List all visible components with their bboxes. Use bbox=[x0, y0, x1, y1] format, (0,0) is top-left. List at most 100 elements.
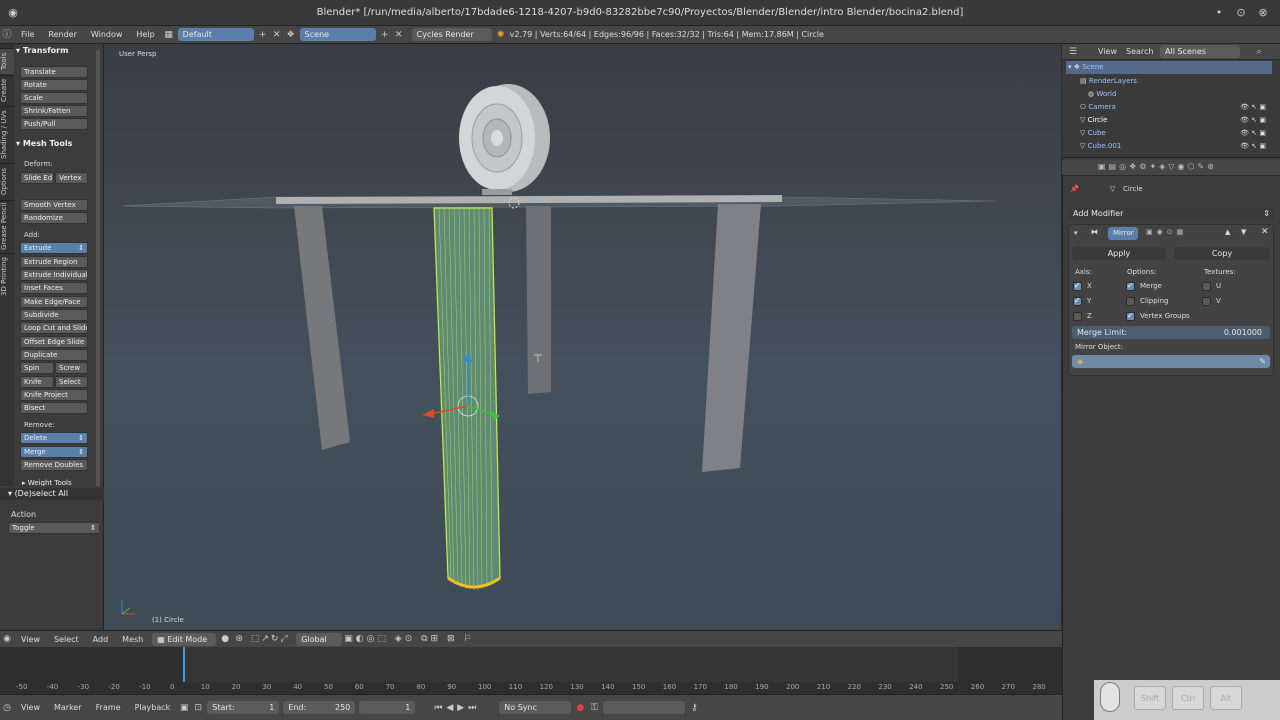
outliner-editor-icon[interactable]: ☰ bbox=[1066, 45, 1080, 59]
outliner-menu-view[interactable]: View bbox=[1098, 47, 1117, 56]
tab-3d-printing[interactable]: 3D Printing bbox=[0, 253, 14, 299]
randomize-button[interactable]: Randomize bbox=[20, 212, 88, 224]
outliner-item-renderlayers[interactable]: ▤ RenderLayers bbox=[1066, 75, 1272, 88]
tool-shelf-scrollbar[interactable] bbox=[96, 50, 100, 490]
outliner-display-mode[interactable]: All Scenes bbox=[1160, 45, 1240, 58]
3d-menu-mesh[interactable]: Mesh bbox=[115, 635, 150, 644]
move-up-icon[interactable]: ▲ bbox=[1225, 228, 1230, 236]
remove-doubles-button[interactable]: Remove Doubles bbox=[20, 459, 88, 471]
maximize-icon[interactable]: ⊙ bbox=[1234, 6, 1248, 20]
knife-project-button[interactable]: Knife Project bbox=[20, 389, 88, 401]
render-engine-select[interactable]: Cycles Render bbox=[411, 28, 492, 41]
close-icon[interactable]: ⊗ bbox=[1256, 6, 1270, 20]
window-menu-icon[interactable]: ◉ bbox=[6, 6, 20, 20]
tab-tools[interactable]: Tools bbox=[0, 48, 14, 74]
merge-menu[interactable]: Merge ⇕ bbox=[20, 446, 88, 458]
delete-menu[interactable]: Delete ⇕ bbox=[20, 432, 88, 444]
vertex-groups-checkbox[interactable] bbox=[1126, 311, 1135, 321]
outliner-menu-search[interactable]: Search bbox=[1126, 47, 1153, 56]
subdivide-button[interactable]: Subdivide bbox=[20, 309, 88, 321]
extrude-region-button[interactable]: Extrude Region bbox=[20, 256, 88, 268]
extrude-individual-button[interactable]: Extrude Individual bbox=[20, 269, 88, 281]
pin-icon[interactable]: 📌 bbox=[1070, 185, 1079, 193]
remove-scene-icon[interactable]: ✕ bbox=[392, 28, 406, 42]
insert-keyframe-icon[interactable]: ⚷ bbox=[687, 701, 701, 715]
inset-faces-button[interactable]: Inset Faces bbox=[20, 282, 88, 294]
merge-checkbox[interactable] bbox=[1126, 281, 1135, 291]
slide-edge-button[interactable]: Slide Ed bbox=[20, 172, 54, 184]
axis-y-checkbox[interactable] bbox=[1073, 296, 1082, 306]
properties-context-tabs[interactable]: ▣▤◎❖⚙✦◈▽◉⬡✎⊛ bbox=[1098, 162, 1217, 171]
outliner-item-camera[interactable]: ⎔ Camera 👁 ↖ ▣ bbox=[1066, 101, 1272, 114]
move-down-icon[interactable]: ▼ bbox=[1241, 228, 1246, 236]
start-frame-field[interactable]: Start: 1 bbox=[207, 701, 280, 714]
merge-limit-field[interactable]: Merge Limit: 0.001000 bbox=[1072, 326, 1270, 339]
outliner-item-cube001[interactable]: ▽ Cube.001 👁 ↖ ▣ bbox=[1066, 140, 1272, 153]
add-modifier-menu[interactable]: Add Modifier ⇕ bbox=[1068, 207, 1274, 220]
record-icon[interactable]: ● bbox=[573, 701, 587, 715]
menu-render[interactable]: Render bbox=[41, 30, 83, 39]
scale-button[interactable]: Scale bbox=[20, 92, 88, 104]
knife-button[interactable]: Knife bbox=[20, 376, 54, 388]
outliner-item-cube[interactable]: ▽ Cube 👁 ↖ ▣ bbox=[1066, 127, 1272, 140]
3d-menu-select[interactable]: Select bbox=[47, 635, 86, 644]
visibility-icons[interactable]: 👁 ↖ ▣ bbox=[1240, 127, 1266, 140]
modifier-name-field[interactable]: Mirror bbox=[1108, 227, 1138, 240]
transform-orientation-select[interactable]: Global bbox=[296, 632, 343, 646]
modifier-display-toggles[interactable]: ▣◉⊙▦ bbox=[1146, 228, 1187, 236]
duplicate-button[interactable]: Duplicate bbox=[20, 349, 88, 361]
end-frame-field[interactable]: End: 250 bbox=[283, 701, 356, 714]
spin-button[interactable]: Spin bbox=[20, 362, 54, 374]
extrude-menu[interactable]: Extrude ⇕ bbox=[20, 242, 88, 254]
outliner-item-circle[interactable]: ▽ Circle 👁 ↖ ▣ bbox=[1066, 114, 1272, 127]
menu-window[interactable]: Window bbox=[84, 30, 130, 39]
collapse-icon[interactable]: ▾ bbox=[1074, 229, 1078, 237]
outliner-item-scene[interactable]: ▾ ❖ Scene bbox=[1066, 61, 1272, 74]
screen-layout-select[interactable]: Default bbox=[177, 28, 254, 41]
menu-file[interactable]: File bbox=[14, 30, 41, 39]
translate-button[interactable]: Translate bbox=[20, 66, 88, 78]
3d-view-editor-icon[interactable]: ◉ bbox=[0, 632, 14, 646]
sync-mode-select[interactable]: No Sync bbox=[499, 701, 572, 714]
clipping-checkbox[interactable] bbox=[1126, 297, 1135, 306]
panel-transform-header[interactable]: ▾ Transform bbox=[16, 46, 68, 55]
remove-layout-icon[interactable]: ✕ bbox=[270, 28, 284, 42]
3d-menu-view[interactable]: View bbox=[14, 635, 47, 644]
minimize-icon[interactable]: • bbox=[1212, 6, 1226, 20]
viewport-shading-icon[interactable]: ● bbox=[218, 632, 232, 646]
menu-help[interactable]: Help bbox=[129, 30, 161, 39]
3d-viewport[interactable]: User Persp (1) Circle bbox=[104, 44, 1061, 630]
manipulator-toggles[interactable]: ⬚↗↻⤢ bbox=[246, 632, 294, 646]
timeline-menu-view[interactable]: View bbox=[14, 703, 47, 712]
remove-modifier-icon[interactable]: ✕ bbox=[1261, 227, 1269, 237]
panel-mesh-tools-header[interactable]: ▾ Mesh Tools bbox=[16, 139, 72, 148]
loop-cut-button[interactable]: Loop Cut and Slide bbox=[20, 322, 88, 334]
interaction-mode-select[interactable]: ▦ Edit Mode bbox=[152, 632, 217, 646]
texture-u-checkbox[interactable] bbox=[1202, 282, 1211, 291]
keying-set-icon[interactable]: ⚿ bbox=[587, 701, 601, 715]
axis-x-checkbox[interactable] bbox=[1073, 281, 1082, 291]
visibility-icons[interactable]: 👁 ↖ ▣ bbox=[1240, 114, 1266, 127]
preview-range-icon[interactable]: ▣ bbox=[177, 701, 191, 715]
editor-type-icon[interactable]: ⓘ bbox=[0, 28, 14, 42]
outliner-search-icon[interactable]: ⌕ bbox=[1252, 45, 1266, 59]
timeline-menu-marker[interactable]: Marker bbox=[47, 703, 89, 712]
tab-grease-pencil[interactable]: Grease Pencil bbox=[0, 200, 14, 252]
knife-select-button[interactable]: Select bbox=[55, 376, 88, 388]
add-scene-icon[interactable]: + bbox=[378, 28, 392, 42]
selection-mode-toggles[interactable]: ▣◐◎⬚ ◈⊙ ⧉⊞ ⊠ ⚐ bbox=[344, 632, 504, 646]
lock-icon[interactable]: ⊡ bbox=[191, 701, 205, 715]
offset-edge-slide-button[interactable]: Offset Edge Slide bbox=[20, 336, 88, 348]
rotate-button[interactable]: Rotate bbox=[20, 79, 88, 91]
make-edge-face-button[interactable]: Make Edge/Face bbox=[20, 296, 88, 308]
axis-z-checkbox[interactable] bbox=[1073, 312, 1082, 321]
eyedropper-icon[interactable]: ✎ bbox=[1259, 355, 1266, 368]
pivot-icon[interactable]: ⊛ bbox=[232, 632, 246, 646]
tab-shading-uvs[interactable]: Shading / UVs bbox=[0, 106, 14, 162]
timeline-menu-frame[interactable]: Frame bbox=[89, 703, 128, 712]
3d-menu-add[interactable]: Add bbox=[86, 635, 116, 644]
outliner-item-world[interactable]: ◍ World bbox=[1066, 88, 1272, 101]
screw-button[interactable]: Screw bbox=[55, 362, 88, 374]
mirror-object-field[interactable]: ◈ ✎ bbox=[1072, 355, 1270, 368]
shrink-fatten-button[interactable]: Shrink/Fatten bbox=[20, 105, 88, 117]
